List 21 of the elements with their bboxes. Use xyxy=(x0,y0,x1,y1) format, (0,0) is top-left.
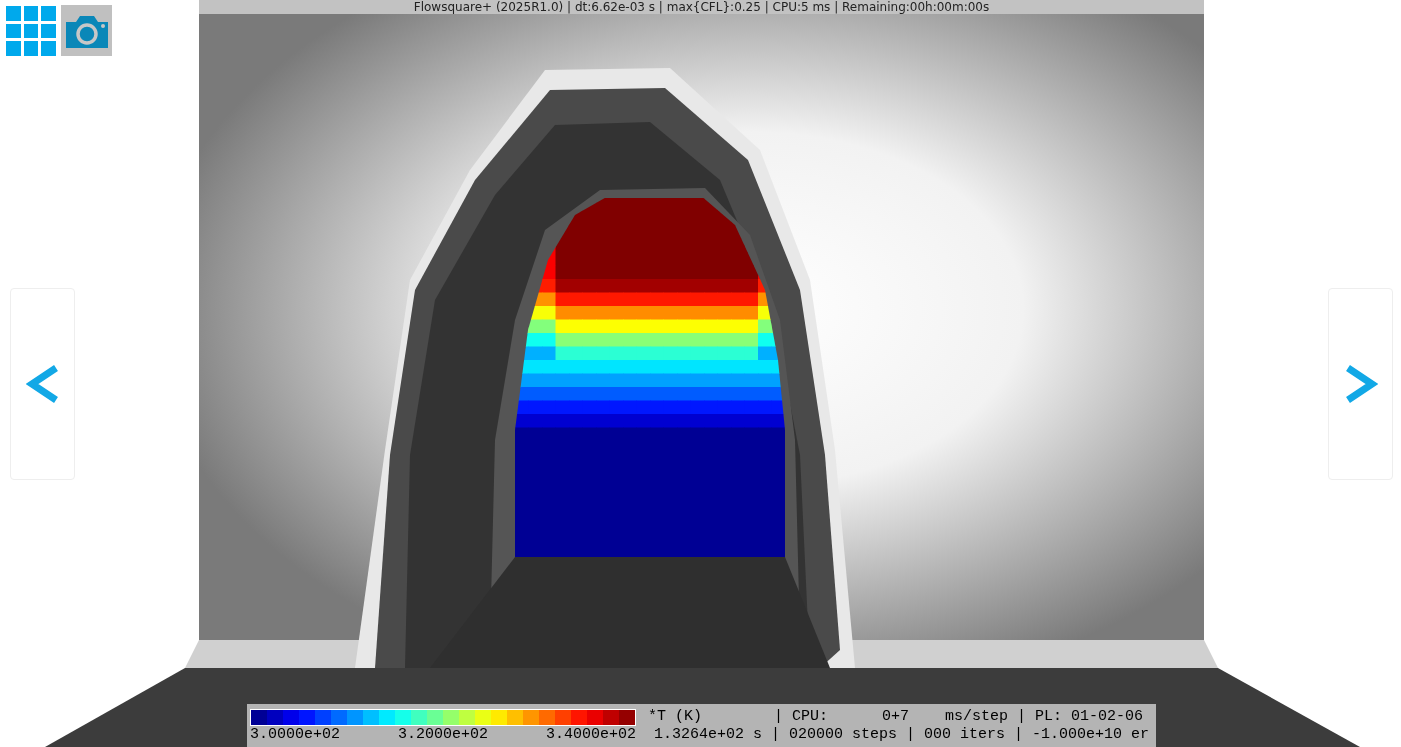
chevron-left-icon xyxy=(25,364,60,404)
grid-menu-button[interactable] xyxy=(6,6,56,56)
grid-square-icon xyxy=(6,6,21,21)
grid-square-icon xyxy=(6,41,21,56)
legend-info: *T (K) | CPU: 0+7 ms/step | PL: 01-02-06 xyxy=(648,708,1144,726)
chevron-right-icon xyxy=(1343,364,1378,404)
camera-button[interactable] xyxy=(61,5,112,56)
grid-square-icon xyxy=(23,41,39,56)
grid-square-icon xyxy=(6,23,21,39)
next-button[interactable] xyxy=(1328,288,1393,480)
legend-info: 1.3264e+02 s | 020000 steps | 000 iters | -1.000e+10 er xyxy=(654,726,1150,744)
grid-square-icon xyxy=(23,23,39,39)
grid-square-icon xyxy=(23,6,39,21)
colorbar-label: 3.0000e+02 xyxy=(250,726,340,744)
grid-square-icon xyxy=(41,23,56,39)
colorbar-label: 3.4000e+02 xyxy=(545,726,636,744)
grid-square-icon xyxy=(41,41,56,56)
previous-button[interactable] xyxy=(10,288,75,480)
title-bar: Flowsquare+ (2025R1.0) | dt:6.62e-03 s | max{CFL}:0.25 | CPU:5 ms | Remaining:00h:00m:00s xyxy=(199,0,1204,14)
grid-square-icon xyxy=(41,6,56,21)
colorbar-label: 3.2000e+02 xyxy=(398,726,488,744)
